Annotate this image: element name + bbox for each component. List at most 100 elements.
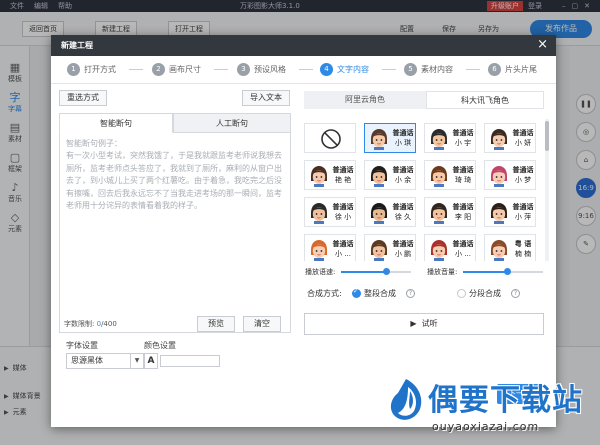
speed-slider-knob[interactable] [383,268,390,275]
volume-slider-fill [463,271,507,273]
radio-whole-synthesis[interactable] [352,287,361,298]
voice-card[interactable]: 普通话小 琪 [364,123,416,153]
whole-synthesis-label[interactable]: 整段合成 [364,288,396,299]
voice-scrollbar-thumb[interactable] [545,121,549,151]
voice-label: 普通话徐 小 [330,202,356,222]
help-icon[interactable]: ? [406,289,415,298]
voice-card[interactable]: 普通话琦 琦 [424,160,476,190]
voice-name: 小 宇 [454,139,472,147]
font-color-icon[interactable]: A [144,353,158,369]
font-select[interactable]: 思源黑体 ▼ [66,353,144,369]
voice-label: 粤 语楠 楠 [510,239,536,259]
voice-card[interactable]: 普通话小 鹏 [364,234,416,261]
voice-language: 普通话 [452,240,474,248]
avatar-icon [311,240,327,261]
tab-manual-break[interactable]: 人工断句 [173,113,291,133]
voice-name: 小 琪 [394,139,412,147]
voice-card[interactable]: 普通话徐 小 [304,197,356,227]
voice-card[interactable]: 普通话小 萍 [484,197,536,227]
speed-slider[interactable] [341,268,411,275]
tab-aliyun-voices[interactable]: 阿里云角色 [304,91,426,109]
volume-slider-knob[interactable] [503,268,511,275]
avatar-icon [371,240,387,261]
voice-card[interactable]: 普通话小 ... [304,234,356,261]
dialog-title: 新建工程 [61,41,93,50]
no-voice-icon [321,129,341,149]
listen-button[interactable]: ▶ 试听 [304,313,544,335]
voice-card[interactable]: 普通话艳 艳 [304,160,356,190]
text-input-area[interactable]: 智能断句例子： 有一次小型考试，突然我饿了，于是我就跟监考老师说我想去厕所，监考… [59,133,291,333]
voice-card[interactable]: 粤 语楠 楠 [484,234,536,261]
step-label: 打开方式 [84,65,116,74]
tab-iflytek-voices[interactable]: 科大讯飞角色 [426,91,544,109]
voice-language: 普通话 [392,129,414,137]
wizard-steps: 1 打开方式 2 画布尺寸 3 预设风格 4 文字内容 5 素材内容 6 片头片尾 [51,56,556,84]
step-number: 6 [488,63,501,76]
step-number: 5 [404,63,417,76]
voice-language: 普通话 [332,240,354,248]
step-separator [466,69,480,70]
color-swatch[interactable] [160,355,220,367]
voice-name: 小 鹏 [394,250,412,258]
site-watermark: 偶要下载站 ouyaoxiazai.com [380,365,600,445]
voice-card[interactable]: 普通话徐 久 [364,197,416,227]
voice-card[interactable]: 普通话小 梦 [484,160,536,190]
voice-name: 小 梦 [514,176,532,184]
close-icon[interactable]: × [537,37,548,53]
voice-name: 小 余 [394,176,412,184]
step-separator [299,69,313,70]
voice-card-none[interactable] [304,123,356,153]
speed-slider-fill [341,271,387,273]
text-placeholder: 智能断句例子： 有一次小型考试，突然我饿了，于是我就跟监考老师说我想去厕所，监考… [66,139,282,211]
voice-grid: 普通话小 琪普通话小 宇普通话小 妍普通话艳 艳普通话小 余普通话琦 琦普通话小… [304,123,544,261]
font-setting-label: 字体设置 [66,341,98,350]
avatar-icon [311,203,327,224]
step-separator [129,69,143,70]
avatar-icon [431,203,447,224]
voice-card[interactable]: 普通话李 阳 [424,197,476,227]
speed-label: 播放语速: [305,268,336,276]
step-number: 2 [152,63,165,76]
step-label: 预设风格 [254,65,286,74]
avatar-icon [491,203,507,224]
watermark-url: ouyaoxiazai.com [432,420,540,433]
volume-slider[interactable] [463,268,543,275]
voice-name: 徐 久 [394,213,412,221]
voice-language: 普通话 [392,203,414,211]
dialog-header: 新建工程 × [51,35,556,56]
volume-label: 播放音量: [427,268,458,276]
voice-label: 普通话小 梦 [510,165,536,185]
voice-label: 普通话艳 艳 [330,165,356,185]
step-material-content: 5 素材内容 [404,63,453,76]
voice-card[interactable]: 普通话小 ... [424,234,476,261]
clear-button[interactable]: 清空 [243,316,281,332]
voice-card[interactable]: 普通话小 妍 [484,123,536,153]
voice-language: 普通话 [512,129,534,137]
voice-label: 普通话小 妍 [510,128,536,148]
voice-name: 李 阳 [454,213,472,221]
voice-label: 普通话琦 琦 [450,165,476,185]
voice-language: 普通话 [332,166,354,174]
help-icon[interactable]: ? [511,289,520,298]
voice-language: 普通话 [332,203,354,211]
tab-smart-break[interactable]: 智能断句 [59,113,173,133]
step-intro-outro: 6 片头片尾 [488,63,537,76]
reselect-method-button[interactable]: 重选方式 [59,90,107,106]
avatar-icon [371,129,387,150]
voice-card[interactable]: 普通话小 余 [364,160,416,190]
voice-card[interactable]: 普通话小 宇 [424,123,476,153]
avatar-icon [491,129,507,150]
import-text-button[interactable]: 导入文本 [242,90,290,106]
step-number: 1 [67,63,80,76]
voice-name: 楠 楠 [514,250,532,258]
preview-button[interactable]: 预览 [197,316,235,332]
radio-segment-synthesis[interactable] [457,289,466,298]
voice-label: 普通话小 余 [390,165,416,185]
segment-synthesis-label[interactable]: 分段合成 [469,288,501,299]
avatar-icon [491,240,507,261]
step-text-content: 4 文字内容 [320,63,369,76]
voice-label: 普通话徐 久 [390,202,416,222]
voice-label: 普通话小 ... [330,239,356,259]
voice-label: 普通话小 琪 [390,128,416,148]
voice-label: 普通话小 宇 [450,128,476,148]
